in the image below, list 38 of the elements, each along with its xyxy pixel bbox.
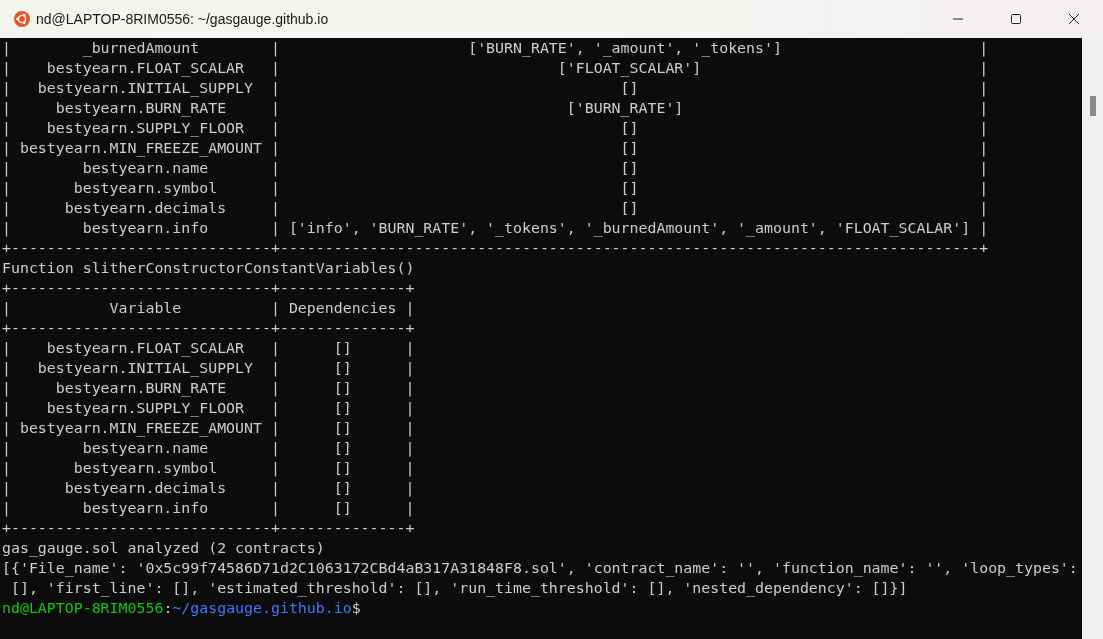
terminal-line: | Variable | Dependencies | (2, 298, 416, 318)
terminal-line: | bestyearn.SUPPLY_FLOOR | [] | (2, 398, 416, 418)
window-title: nd@LAPTOP-8RIM0556: ~/gasgauge.github.io (36, 11, 329, 27)
prompt-separator: : (163, 599, 173, 617)
terminal-line: | bestyearn.info | ['info', 'BURN_RATE', '_tokens', '_burnedAmount', '_amount', 'FLOAT_SCALAR'] | (2, 218, 990, 238)
terminal-line: [{'File_name': '0x5c99f74586D71d2C1063172CBd4aB317A31848F8.sol', 'contract_name': '', 'function_name': '', 'loop_types': (2, 558, 1079, 578)
terminal-line: | bestyearn.name | [] | (2, 158, 990, 178)
terminal-line: | bestyearn.symbol | [] | (2, 458, 416, 478)
terminal-line: +-----------------------------+--------------+ (2, 278, 416, 298)
terminal-line: | bestyearn.FLOAT_SCALAR | ['FLOAT_SCALAR'] | (2, 58, 990, 78)
close-icon (1068, 13, 1080, 25)
prompt-user-host: nd@LAPTOP-8RIM0556 (2, 599, 164, 617)
terminal-line: | bestyearn.INITIAL_SUPPLY | [] | (2, 358, 416, 378)
terminal-line: | bestyearn.BURN_RATE | ['BURN_RATE'] | (2, 98, 990, 118)
terminal-line: | bestyearn.INITIAL_SUPPLY | [] | (2, 78, 990, 98)
terminal-line: [], 'first_line': [], 'estimated_threshold': [], 'run_time_threshold': [], 'nested_dependency': []}] (9, 578, 909, 598)
terminal-line: Function slitherConstructorConstantVariables() (2, 258, 416, 278)
terminal-line: | bestyearn.name | [] | (2, 438, 416, 458)
terminal-line: | bestyearn.info | [] | (2, 498, 416, 518)
maximize-icon (1010, 13, 1022, 25)
terminal-line: | bestyearn.symbol | [] | (2, 178, 990, 198)
terminal-line: | bestyearn.FLOAT_SCALAR | [] | (2, 338, 416, 358)
app-icon (14, 11, 30, 27)
terminal-line: | bestyearn.BURN_RATE | [] | (2, 378, 416, 398)
terminal-line: +-----------------------------+------------------------------------------------------------------------------+ (2, 238, 990, 258)
prompt-symbol: $ (351, 599, 361, 617)
terminal-line: +-----------------------------+--------------+ (2, 318, 416, 338)
terminal-line: | bestyearn.MIN_FREEZE_AMOUNT | [] | (2, 138, 990, 158)
scrollbar[interactable] (1082, 38, 1103, 639)
terminal-line: | bestyearn.decimals | [] | (2, 198, 990, 218)
terminal-line: +-----------------------------+--------------+ (2, 518, 416, 538)
terminal-line: | _burnedAmount | ['BURN_RATE', '_amount', '_tokens'] | (2, 38, 990, 58)
scrollbar-thumb[interactable] (1089, 96, 1096, 116)
terminal-line: | bestyearn.decimals | [] | (2, 478, 416, 498)
prompt-path: ~/gasgauge.github.io (172, 599, 352, 617)
terminal-line: | bestyearn.SUPPLY_FLOOR | [] | (2, 118, 990, 138)
terminal-line: | bestyearn.MIN_FREEZE_AMOUNT | [] | (2, 418, 416, 438)
terminal-line: gas_gauge.sol analyzed (2 contracts) (2, 538, 326, 558)
